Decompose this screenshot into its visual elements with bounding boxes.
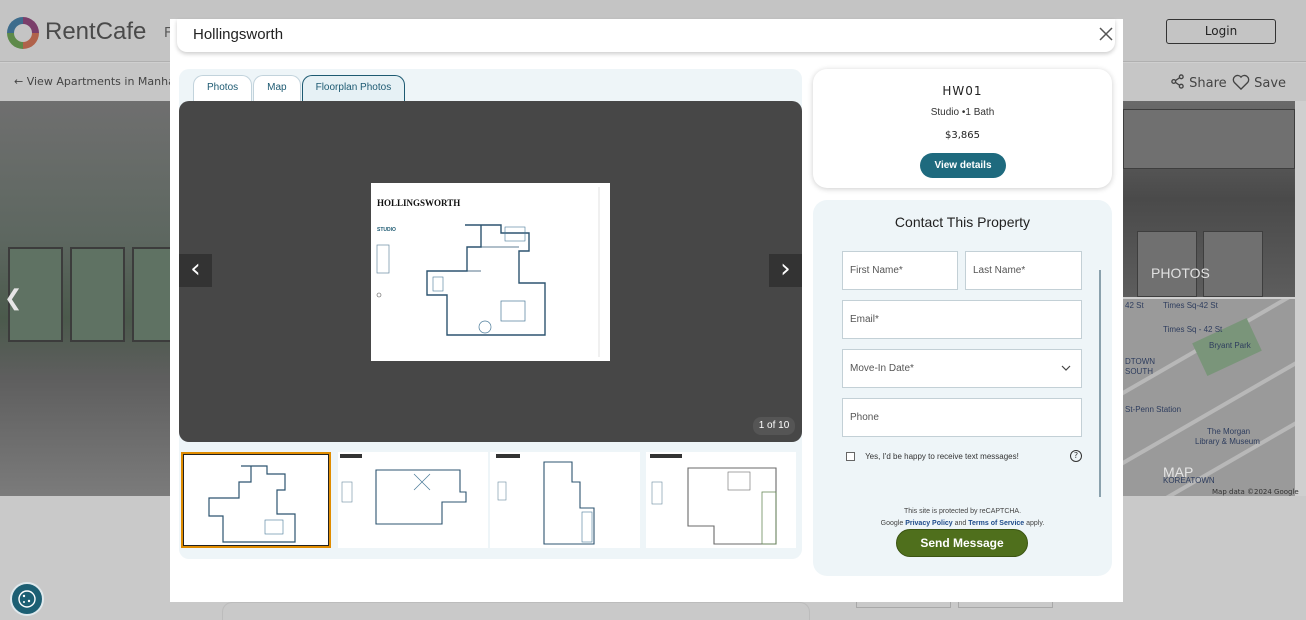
help-icon[interactable]: ? xyxy=(1070,450,1082,462)
map-place: DTOWN xyxy=(1125,357,1156,366)
map-credit: Map data ©2024 Google xyxy=(1212,488,1299,496)
view-details-button[interactable]: View details xyxy=(920,153,1006,178)
login-button[interactable]: Login xyxy=(1166,19,1276,44)
unit-price: $3,865 xyxy=(945,130,980,141)
unit-card: HW01 Studio •1 Bath $3,865 View details xyxy=(813,69,1112,188)
floorplan-unit: STUDIO xyxy=(377,227,396,233)
share-label: Share xyxy=(1189,76,1227,91)
form-scrollbar[interactable] xyxy=(1099,270,1101,497)
save-button[interactable]: Save xyxy=(1232,74,1286,91)
contact-form: Contact This Property First Name* Last N… xyxy=(813,200,1112,576)
floorplan-brand: HOLLINGSWORTH xyxy=(377,198,460,208)
photos-label: PHOTOS xyxy=(1151,265,1210,281)
map-place: Bryant Park xyxy=(1209,341,1251,350)
chevron-left-icon[interactable]: ❮ xyxy=(4,286,22,311)
background-map[interactable]: 42 St Times Sq-42 St Times Sq - 42 St Br… xyxy=(1123,299,1295,496)
close-icon[interactable] xyxy=(1098,26,1114,42)
move-in-date-label: Move-In Date* xyxy=(850,363,914,374)
send-message-button[interactable]: Send Message xyxy=(896,529,1028,557)
map-place: Library & Museum xyxy=(1195,437,1260,446)
share-button[interactable]: Share xyxy=(1170,74,1227,91)
image-counter: 1 of 10 xyxy=(753,417,795,435)
unit-baths: 1 Bath xyxy=(965,107,995,118)
move-in-date-select[interactable]: Move-In Date* xyxy=(842,349,1082,388)
modal-header: Hollingsworth xyxy=(177,19,1115,52)
map-place: SOUTH xyxy=(1125,367,1153,376)
chevron-down-icon xyxy=(1061,365,1071,371)
recaptcha-apply: apply. xyxy=(1026,520,1045,527)
privacy-policy-link[interactable]: Privacy Policy xyxy=(905,520,952,527)
tab-photos[interactable]: Photos xyxy=(193,75,253,101)
sms-opt-in-label: Yes, I'd be happy to receive text messag… xyxy=(865,452,1019,461)
last-name-field[interactable]: Last Name* xyxy=(965,251,1082,290)
contact-title: Contact This Property xyxy=(894,214,1031,230)
save-label: Save xyxy=(1254,76,1287,91)
map-place: St-Penn Station xyxy=(1125,405,1182,414)
recaptcha-google: Google xyxy=(880,520,904,527)
recaptcha-links: Google Privacy Policy and Terms of Servi… xyxy=(813,520,1112,527)
map-place: Times Sq-42 St xyxy=(1163,301,1218,310)
modal-title: Hollingsworth xyxy=(193,26,284,43)
background-photo-left xyxy=(0,101,175,496)
cookie-icon xyxy=(18,590,36,608)
next-image-button[interactable]: › xyxy=(769,254,802,287)
arrow-left-icon: ← xyxy=(14,75,24,88)
map-place: 42 St xyxy=(1125,301,1144,310)
background-card-edge xyxy=(222,602,810,620)
map-place: Times Sq - 42 St xyxy=(1163,325,1223,334)
map-label: MAP xyxy=(1163,464,1194,480)
phone-field[interactable]: Phone xyxy=(842,398,1082,437)
map-place: The Morgan xyxy=(1207,427,1251,436)
brand-name[interactable]: RentCafe xyxy=(45,18,146,46)
heart-icon xyxy=(1232,74,1250,91)
previous-image-button[interactable]: ‹ xyxy=(179,254,212,287)
recaptcha-and: and xyxy=(954,520,967,527)
unit-meta: Studio •1 Bath xyxy=(813,107,1112,118)
unit-name: HW01 xyxy=(942,84,983,98)
terms-of-service-link[interactable]: Terms of Service xyxy=(968,520,1024,527)
thumbnail-1[interactable] xyxy=(181,452,331,548)
tab-map[interactable]: Map xyxy=(253,75,301,101)
thumbnail-4[interactable] xyxy=(646,452,796,548)
unit-type: Studio xyxy=(930,107,960,118)
tab-floorplan-photos[interactable]: Floorplan Photos xyxy=(301,75,406,101)
gallery-tabs: Photos Map Floorplan Photos xyxy=(193,75,406,101)
email-field[interactable]: Email* xyxy=(842,300,1082,339)
chevron-left-icon: ‹ xyxy=(190,254,201,284)
cookie-settings-button[interactable] xyxy=(10,582,44,616)
thumbnail-3[interactable] xyxy=(490,452,640,548)
sms-opt-in[interactable]: Yes, I'd be happy to receive text messag… xyxy=(846,452,1019,462)
recaptcha-notice: This site is protected by reCAPTCHA. xyxy=(903,508,1022,515)
floorplan-image: HOLLINGSWORTH STUDIO xyxy=(371,183,610,361)
sms-opt-in-checkbox[interactable] xyxy=(846,452,855,462)
rentcafe-logo-icon[interactable] xyxy=(7,17,39,49)
thumbnail-2[interactable] xyxy=(338,452,488,548)
chevron-right-icon: › xyxy=(780,254,791,284)
share-icon xyxy=(1171,74,1184,89)
first-name-field[interactable]: First Name* xyxy=(842,251,958,290)
